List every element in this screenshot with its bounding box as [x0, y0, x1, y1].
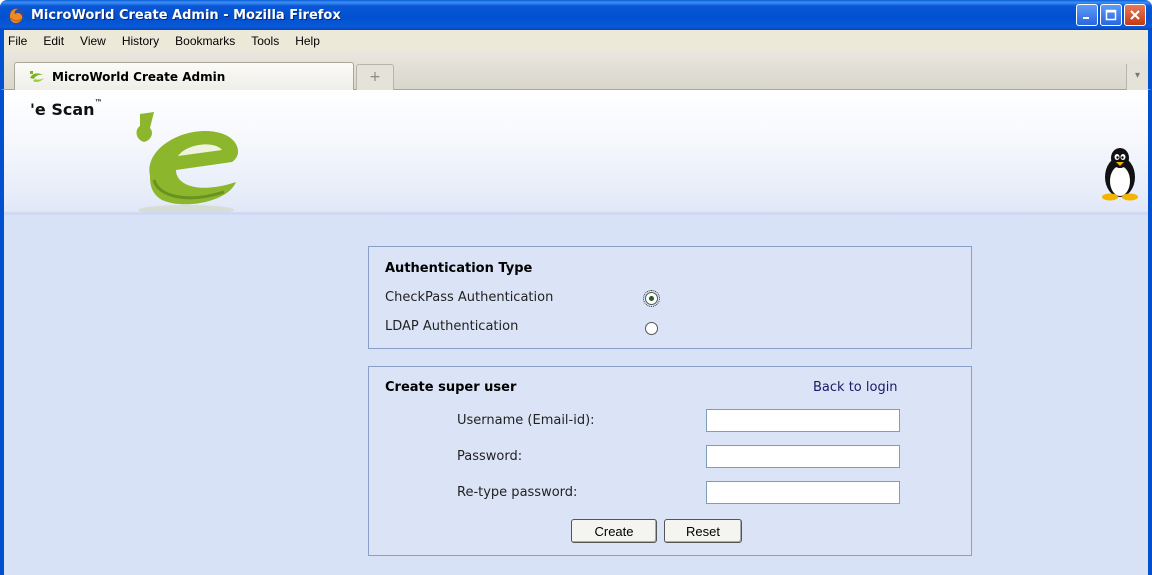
tab-bar: MicroWorld Create Admin + ▾ [0, 52, 1152, 90]
page-content: 'e Scan™ Authentication Type CheckPass A… [0, 90, 1152, 575]
minimize-button[interactable] [1076, 4, 1098, 26]
back-to-login-link[interactable]: Back to login [813, 380, 898, 395]
menu-tools[interactable]: Tools [243, 34, 287, 48]
escan-logo [136, 112, 239, 215]
page-header: 'e Scan™ [4, 90, 1148, 215]
create-button[interactable]: Create [571, 519, 657, 543]
ldap-label: LDAP Authentication [385, 319, 519, 334]
superuser-panel-title: Create super user [385, 380, 517, 395]
retype-password-label: Re-type password: [457, 485, 578, 500]
maximize-button[interactable] [1100, 4, 1122, 26]
list-all-tabs-button[interactable]: ▾ [1126, 64, 1148, 90]
brand-name: 'e Scan™ [30, 97, 103, 119]
username-input[interactable] [706, 409, 900, 432]
reset-button[interactable]: Reset [664, 519, 742, 543]
checkpass-label: CheckPass Authentication [385, 290, 554, 305]
retype-password-input[interactable] [706, 481, 900, 504]
username-label: Username (Email-id): [457, 413, 595, 428]
menu-bar: File Edit View History Bookmarks Tools H… [0, 30, 1152, 52]
menu-bookmarks[interactable]: Bookmarks [167, 34, 243, 48]
tab-microworld-create-admin[interactable]: MicroWorld Create Admin [14, 62, 354, 90]
password-input[interactable] [706, 445, 900, 468]
menu-file[interactable]: File [4, 34, 35, 48]
menu-help[interactable]: Help [287, 34, 328, 48]
linux-penguin-icon [1102, 148, 1138, 201]
window-titlebar: MicroWorld Create Admin - Mozilla Firefo… [0, 0, 1152, 30]
close-button[interactable] [1124, 4, 1146, 26]
close-icon [1130, 10, 1140, 20]
tab-label: MicroWorld Create Admin [52, 69, 226, 84]
firefox-icon [8, 7, 25, 23]
password-label: Password: [457, 449, 523, 464]
menu-edit[interactable]: Edit [35, 34, 72, 48]
escan-favicon [30, 70, 44, 82]
authentication-type-panel: Authentication Type CheckPass Authentica… [368, 246, 972, 349]
checkpass-radio[interactable] [643, 290, 660, 307]
auth-panel-title: Authentication Type [385, 261, 533, 276]
minimize-icon [1083, 17, 1089, 19]
window-title: MicroWorld Create Admin - Mozilla Firefo… [31, 7, 341, 23]
ldap-radio[interactable] [645, 322, 658, 335]
maximize-icon [1105, 9, 1117, 21]
new-tab-button[interactable]: + [356, 64, 394, 90]
create-super-user-panel: Create super user Back to login Username… [368, 366, 972, 556]
menu-history[interactable]: History [114, 34, 167, 48]
menu-view[interactable]: View [72, 34, 114, 48]
